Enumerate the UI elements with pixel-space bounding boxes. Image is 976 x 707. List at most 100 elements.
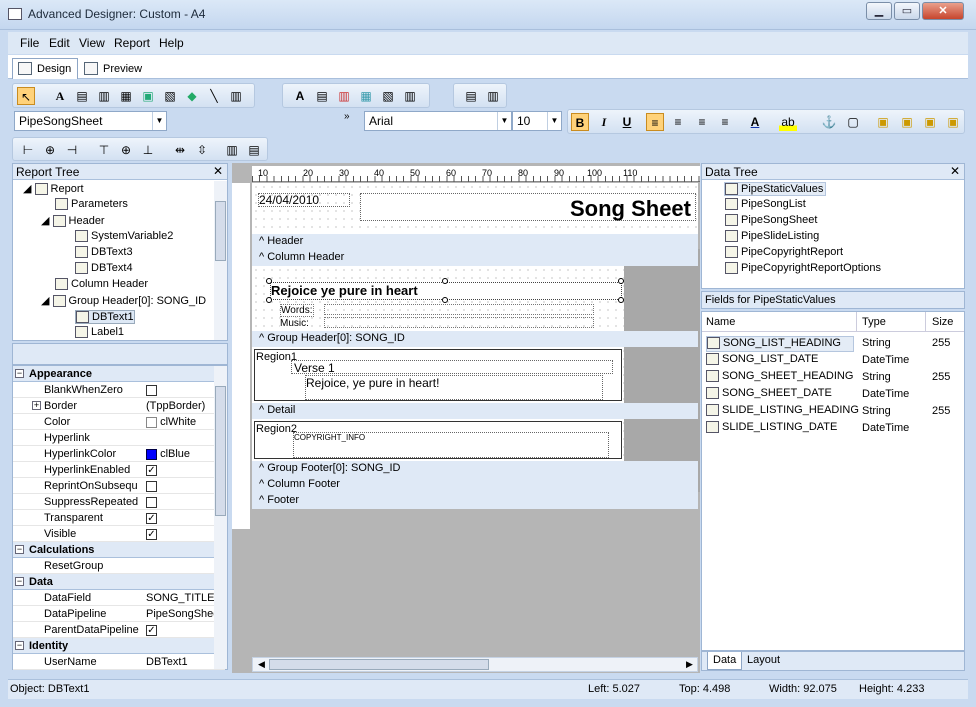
checkbox-transparent[interactable]: ✓ <box>146 512 157 524</box>
space-vertical-icon[interactable]: ⇳ <box>193 141 211 159</box>
tab-layout[interactable]: Layout <box>747 654 780 666</box>
dbimage-icon[interactable]: ▧ <box>379 87 397 105</box>
tree-item-dbtext4[interactable]: DBText4 <box>75 262 133 275</box>
region-icon[interactable]: ▤ <box>462 87 480 105</box>
canvas-hscrollbar[interactable]: ◀ ▶ <box>252 657 698 672</box>
header-band[interactable]: ^ Header <box>252 234 698 250</box>
checkbox-parentdatapipeline[interactable]: ✓ <box>146 624 157 636</box>
expand-icon[interactable]: + <box>32 401 41 410</box>
dbrichtext-icon[interactable]: ▥ <box>335 87 353 105</box>
size-width-icon[interactable]: ▥ <box>223 141 241 159</box>
align-rights-icon[interactable]: ⊣ <box>63 141 81 159</box>
minimize-button[interactable]: ▁ <box>866 2 892 20</box>
detail-area[interactable]: Region1 Verse 1 Rejoice, ye pure in hear… <box>252 347 624 403</box>
font-size-select[interactable]: 10 ▼ <box>512 111 562 131</box>
resize-handle[interactable] <box>442 278 448 284</box>
checkbox-visible[interactable]: ✓ <box>146 528 157 540</box>
verse-text[interactable]: Rejoice, ye pure in heart! <box>305 375 603 400</box>
field-row[interactable]: SONG_SHEET_HEADING <box>706 370 853 386</box>
pipeline-select[interactable]: PipeSongSheet ▼ <box>14 111 167 131</box>
align-bottoms-icon[interactable]: ⊥ <box>139 141 157 159</box>
select-arrow-icon[interactable]: ↖ <box>17 87 35 105</box>
tab-data[interactable]: Data <box>707 652 743 670</box>
music-field[interactable] <box>324 317 594 328</box>
send-backward-icon[interactable]: ▣ <box>944 113 962 131</box>
align-center-icon[interactable]: ≡ <box>669 113 687 131</box>
prop-datapipeline[interactable]: DataPipeline PipeSongSheet <box>13 606 225 622</box>
dbcalc-icon[interactable]: ▦ <box>357 87 375 105</box>
group-header-area[interactable]: Rejoice ye pure in heart Words: Music: <box>252 266 624 331</box>
resize-handle[interactable] <box>266 297 272 303</box>
tab-design[interactable]: Design <box>12 58 79 79</box>
menu-help[interactable]: Help <box>159 36 184 50</box>
category-identity[interactable]: − Identity <box>13 638 225 654</box>
align-tops-icon[interactable]: ⊤ <box>95 141 113 159</box>
column-name[interactable]: Name <box>706 316 735 328</box>
prop-username[interactable]: UserName DBText1 <box>13 654 225 670</box>
column-header-band[interactable]: ^ Column Header <box>252 250 698 266</box>
region2[interactable]: Region2 COPYRIGHT_INFO <box>254 421 622 459</box>
category-calculations[interactable]: − Calculations <box>13 542 225 558</box>
music-label[interactable]: Music: <box>280 318 309 329</box>
field-row[interactable]: SONG_SHEET_DATE <box>706 387 832 403</box>
menu-view[interactable]: View <box>79 36 105 50</box>
image-icon[interactable]: ▧ <box>161 87 179 105</box>
prop-reprintonsubsequent[interactable]: ReprintOnSubsequ <box>13 478 225 494</box>
pipeline-pipestaticvalues[interactable]: PipeStaticValues <box>724 182 827 197</box>
scroll-right-icon[interactable]: ▶ <box>686 659 693 670</box>
bring-forward-icon[interactable]: ▣ <box>921 113 939 131</box>
tree-item-report[interactable]: ◢ Report <box>23 182 84 196</box>
title-box[interactable]: Song Sheet <box>360 193 696 221</box>
footer-band[interactable]: ^ Footer <box>252 493 698 509</box>
subreport-icon[interactable]: ▥ <box>484 87 502 105</box>
collapse-icon[interactable]: − <box>15 641 24 650</box>
system-variable-icon[interactable]: ▦ <box>117 87 135 105</box>
category-data[interactable]: − Data <box>13 574 225 590</box>
dbtext-icon[interactable]: A <box>291 87 309 105</box>
pipeline-pipecopyrightreportoptions[interactable]: PipeCopyrightReportOptions <box>725 262 881 275</box>
checkbox-suppress[interactable] <box>146 496 157 508</box>
field-row[interactable]: SLIDE_LISTING_HEADING <box>706 404 859 420</box>
prop-visible[interactable]: Visible ✓ <box>13 526 225 542</box>
align-left-icon[interactable]: ≡ <box>646 113 664 131</box>
memo-icon[interactable]: ▤ <box>73 87 91 105</box>
group-footer-band[interactable]: ^ Group Footer[0]: SONG_ID <box>252 461 698 477</box>
group-footer-area[interactable]: Region2 COPYRIGHT_INFO <box>252 419 624 461</box>
words-field[interactable] <box>324 304 594 315</box>
header-band-area[interactable]: 24/04/2010 Song Sheet <box>252 183 698 234</box>
tree-item-systemvariable2[interactable]: SystemVariable2 <box>75 230 173 243</box>
words-label[interactable]: Words: <box>280 304 314 317</box>
prop-suppressrepeated[interactable]: SuppressRepeated <box>13 494 225 510</box>
tree-scrollbar[interactable] <box>214 181 227 340</box>
tree-item-header[interactable]: ◢ Header <box>41 214 105 228</box>
toolbar-overflow-icon[interactable]: » <box>344 111 350 122</box>
align-right-icon[interactable]: ≡ <box>693 113 711 131</box>
field-row[interactable]: SONG_LIST_DATE <box>706 353 818 369</box>
bold-button[interactable]: B <box>571 113 589 131</box>
prop-hyperlinkcolor[interactable]: HyperlinkColor clBlue <box>13 446 225 462</box>
checkbox-blankwhenzero[interactable] <box>146 384 157 396</box>
pipeline-pipeslidelisting[interactable]: PipeSlideListing <box>725 230 819 243</box>
send-back-icon[interactable]: ▣ <box>898 113 916 131</box>
justify-icon[interactable]: ≡ <box>716 113 734 131</box>
prop-parentdatapipeline[interactable]: ParentDataPipeline ✓ <box>13 622 225 638</box>
font-name-select[interactable]: Arial ▼ <box>364 111 512 131</box>
close-icon[interactable]: ✕ <box>213 164 223 178</box>
label-icon[interactable]: A <box>51 87 69 105</box>
checkbox-reprint[interactable] <box>146 480 157 492</box>
tree-item-group-header[interactable]: ◢ Group Header[0]: SONG_ID <box>41 294 206 308</box>
prop-blankwhenzero[interactable]: BlankWhenZero <box>13 382 225 398</box>
size-height-icon[interactable]: ▤ <box>245 141 263 159</box>
dbmemo-icon[interactable]: ▤ <box>313 87 331 105</box>
prop-hyperlinkenabled[interactable]: HyperlinkEnabled ✓ <box>13 462 225 478</box>
group-header-band[interactable]: ^ Group Header[0]: SONG_ID <box>252 331 698 347</box>
barcode-icon[interactable]: ▥ <box>227 87 245 105</box>
tree-item-column-header[interactable]: Column Header <box>55 278 148 291</box>
pipeline-pipesonglist[interactable]: PipeSongList <box>725 198 806 211</box>
resize-handle[interactable] <box>618 278 624 284</box>
close-icon[interactable]: ✕ <box>950 164 960 178</box>
underline-button[interactable]: U <box>618 113 636 131</box>
copyright-field[interactable]: COPYRIGHT_INFO <box>293 432 609 458</box>
date-text[interactable]: 24/04/2010 <box>258 193 350 207</box>
region1[interactable]: Region1 Verse 1 Rejoice, ye pure in hear… <box>254 349 622 401</box>
